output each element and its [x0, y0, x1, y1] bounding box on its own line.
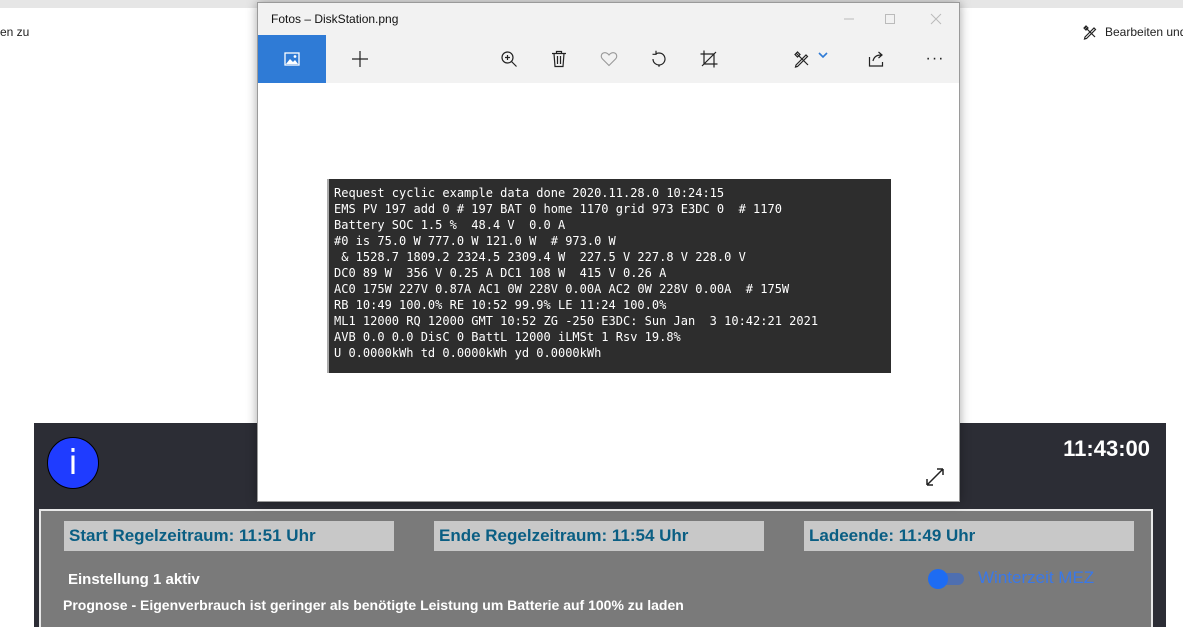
edit-icon [794, 51, 809, 68]
image-icon [284, 52, 300, 66]
delete-button[interactable] [544, 35, 574, 83]
close-icon[interactable] [925, 8, 947, 30]
chevron-down-icon [818, 52, 828, 59]
image-text-line: #0 is 75.0 W 777.0 W 121.0 W # 973.0 W [334, 234, 616, 248]
image-text-line: ML1 12000 RQ 12000 GMT 10:52 ZG -250 E3D… [334, 314, 819, 328]
plus-icon [352, 51, 368, 67]
image-text-line: EMS PV 197 add 0 # 197 BAT 0 home 1170 g… [334, 202, 782, 216]
rotate-button[interactable] [644, 35, 674, 83]
toggle-knob [928, 569, 948, 589]
image-text-line: AC0 175W 227V 0.87A AC1 0W 228V 0.00A AC… [334, 282, 790, 296]
info-button[interactable]: i [47, 437, 99, 489]
heart-icon [600, 52, 618, 67]
zoom-in-icon [501, 51, 517, 67]
start-period-box: Start Regelzeitraum: 11:51 Uhr [64, 521, 394, 551]
image-text-line: AVB 0.0 0.0 DisC 0 BattL 12000 iLMSt 1 R… [334, 330, 681, 344]
photos-toolbar: ··· [258, 35, 959, 83]
edit-create-button[interactable] [786, 35, 836, 83]
maximize-icon[interactable] [879, 8, 901, 30]
more-icon: ··· [925, 50, 945, 67]
winter-time-toggle[interactable] [926, 569, 966, 589]
title-bar: Fotos – DiskStation.png [258, 3, 959, 35]
image-text-line: & 1528.7 1809.2 2324.5 2309.4 W 227.5 V … [334, 250, 746, 264]
winter-time-label: Winterzeit MEZ [978, 568, 1095, 587]
background-left-text: en zu [0, 25, 30, 39]
add-button[interactable] [344, 35, 376, 83]
image-text-line: Battery SOC 1.5 % 48.4 V 0.0 A [334, 218, 566, 232]
end-period-box: Ende Regelzeitraum: 11:54 Uhr [434, 521, 764, 551]
setting-status: Einstellung 1 aktiv [68, 571, 200, 588]
charge-end-box: Ladeende: 11:49 Uhr [804, 521, 1134, 551]
trash-icon [552, 50, 566, 68]
window-title: Fotos – DiskStation.png [271, 12, 399, 26]
view-image-button[interactable] [258, 35, 326, 83]
edit-label: Bearbeiten und [1105, 25, 1183, 39]
edit-icon [1083, 25, 1097, 40]
image-text-line: U 0.0000kWh td 0.0000kWh yd 0.0000kWh [334, 346, 602, 360]
image-text-line: Request cyclic example data done 2020.11… [334, 186, 725, 200]
prognose-text: Prognose - Eigenverbrauch ist geringer a… [63, 597, 684, 613]
zoom-button[interactable] [494, 35, 524, 83]
displayed-image: Request cyclic example data done 2020.11… [327, 179, 891, 373]
minimize-icon[interactable] [838, 8, 860, 30]
favorite-button[interactable] [594, 35, 624, 83]
fullscreen-icon[interactable] [924, 466, 946, 488]
more-button[interactable]: ··· [920, 35, 950, 83]
share-icon [868, 51, 884, 67]
image-text-line: DC0 89 W 356 V 0.25 A DC1 108 W 415 V 0.… [334, 266, 667, 280]
clock: 11:43:00 [1063, 436, 1150, 461]
image-text-line: RB 10:49 100.0% RE 10:52 99.9% LE 11:24 … [334, 298, 667, 312]
edit-button[interactable]: Bearbeiten und [1082, 24, 1183, 40]
crop-icon [700, 50, 718, 68]
crop-button[interactable] [694, 35, 724, 83]
rotate-icon [652, 50, 666, 67]
share-button[interactable] [862, 35, 892, 83]
